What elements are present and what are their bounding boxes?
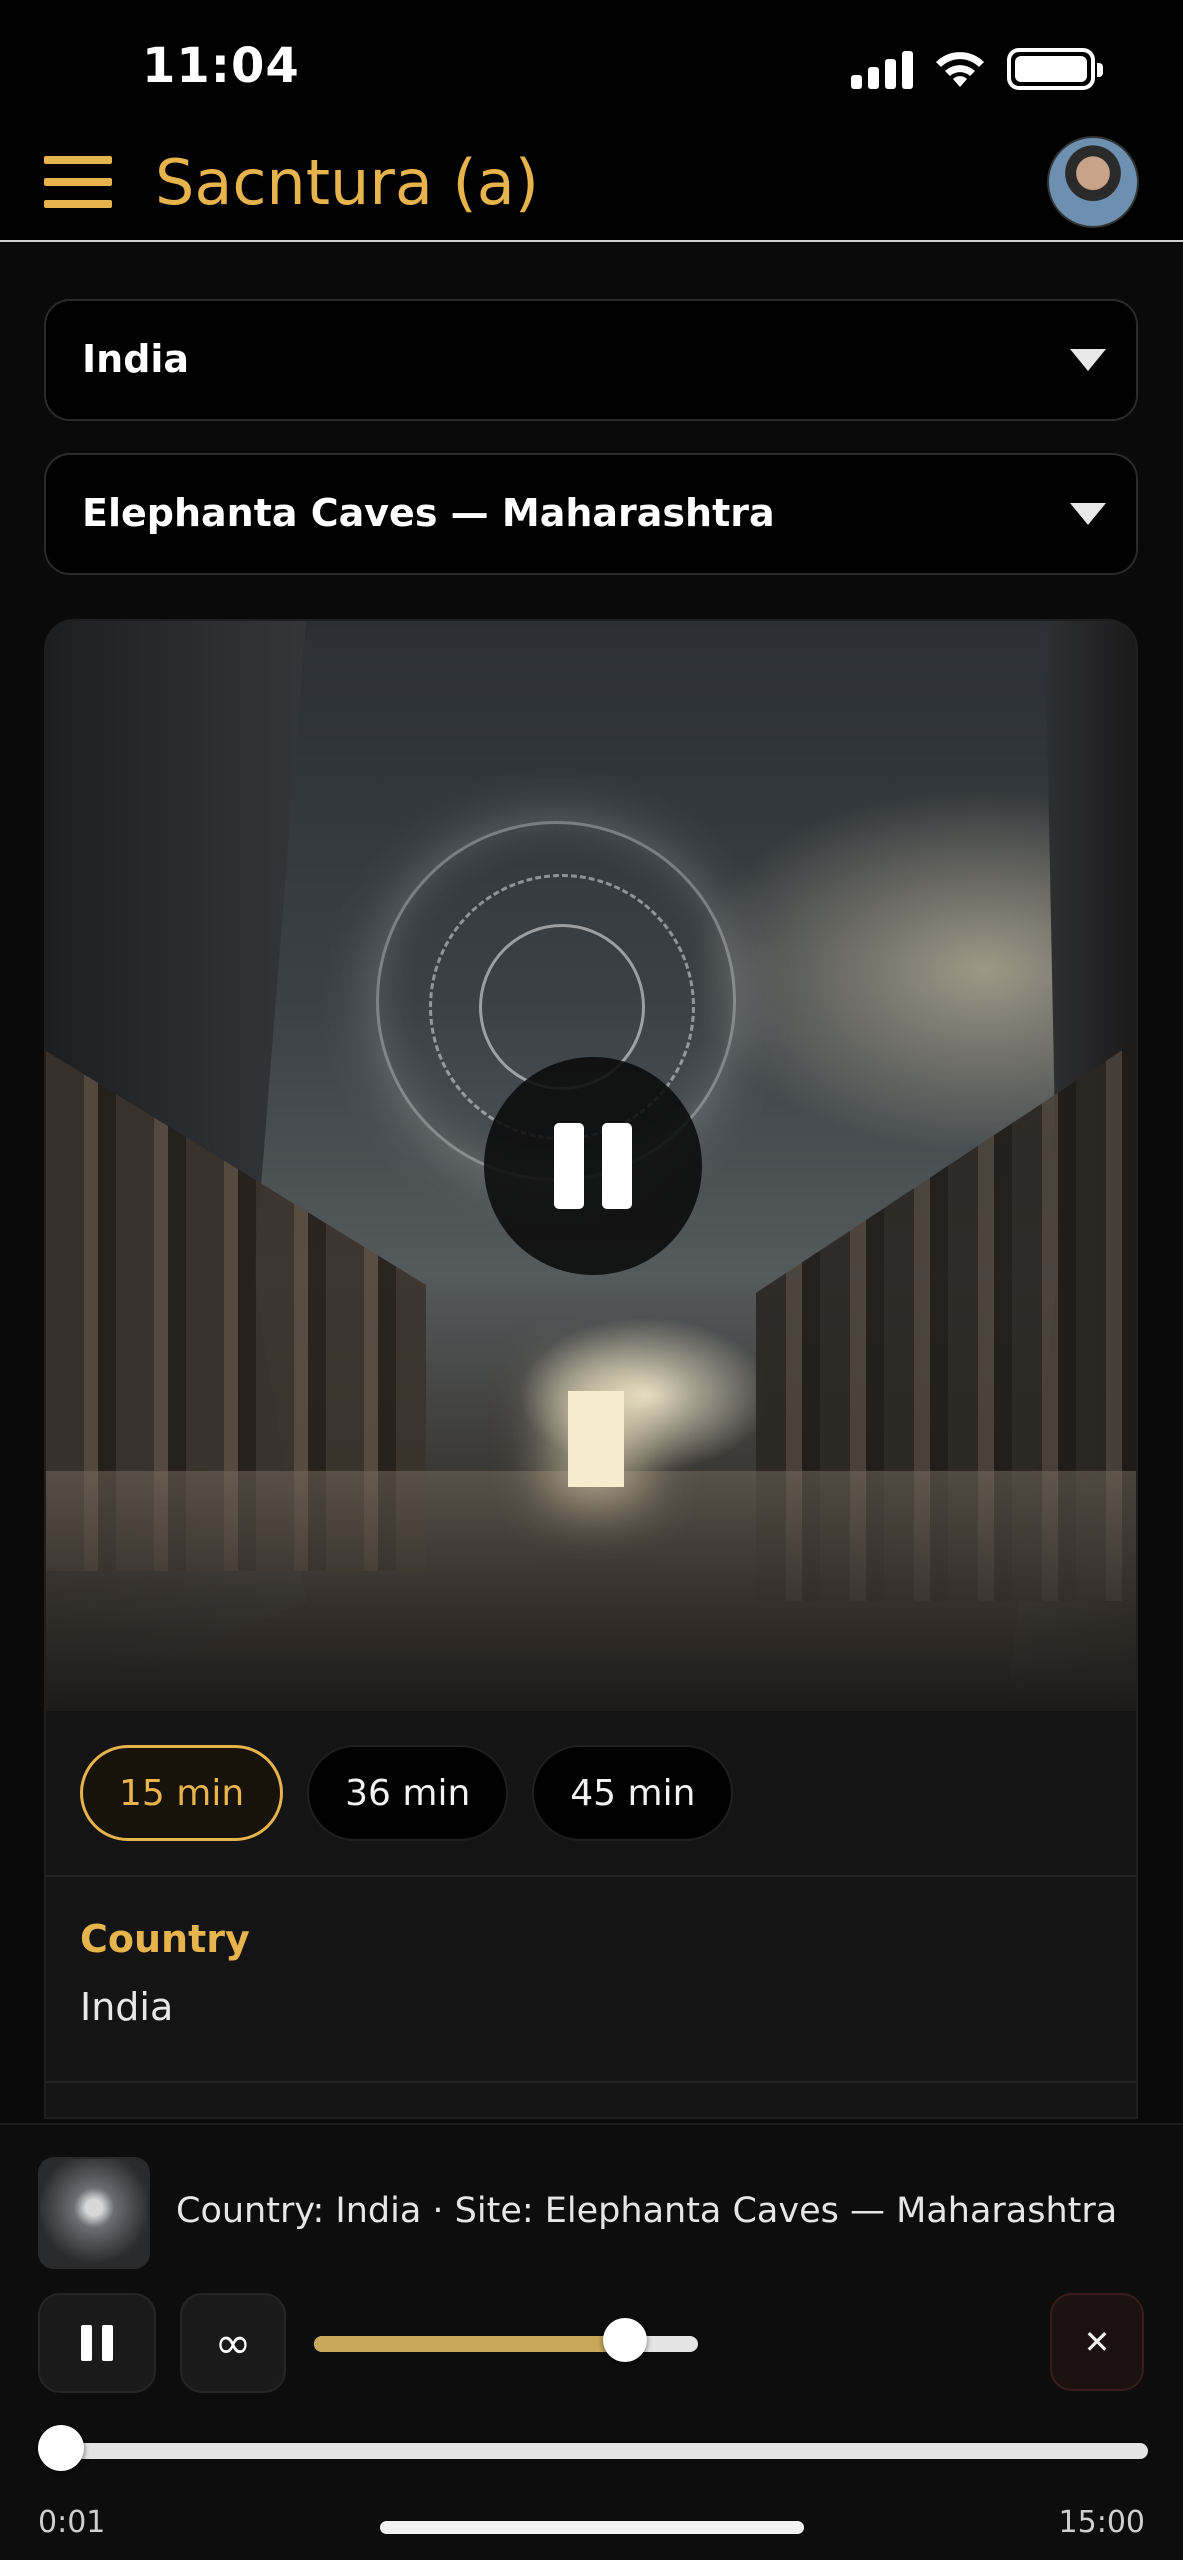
country-info: Country India <box>46 1877 1136 2083</box>
app-title: Sacntura (a) <box>155 146 539 219</box>
status-time: 11:04 <box>142 38 300 94</box>
country-info-label: Country <box>80 1917 250 1961</box>
progress-knob[interactable] <box>38 2425 85 2471</box>
player-pause-button[interactable] <box>38 2293 156 2393</box>
hero-doorway-light <box>568 1391 624 1487</box>
wifi-icon <box>936 52 984 87</box>
pause-icon-bar <box>602 1123 632 1209</box>
playback-progress-bar[interactable] <box>38 2425 1148 2471</box>
chevron-down-icon <box>1070 503 1106 525</box>
battery-icon <box>1007 48 1103 90</box>
country-info-value: India <box>80 1985 174 2029</box>
status-bar: 11:04 <box>0 0 1183 130</box>
duration-selector: 15 min 36 min 45 min <box>46 1711 1136 1877</box>
chevron-down-icon <box>1070 349 1106 371</box>
time-total: 15:00 <box>1058 2505 1145 2540</box>
pause-icon <box>81 2325 92 2361</box>
site-card: 15 min 36 min 45 min Country India <box>44 619 1138 2119</box>
pause-icon-bar <box>102 2325 113 2361</box>
pause-button[interactable] <box>484 1057 702 1275</box>
track-thumbnail[interactable] <box>38 2157 150 2269</box>
duration-chip-36[interactable]: 36 min <box>307 1745 509 1841</box>
loop-button[interactable]: ∞ <box>180 2293 286 2393</box>
volume-slider[interactable] <box>314 2318 698 2362</box>
close-icon: ✕ <box>1083 2323 1111 2361</box>
pause-icon <box>554 1123 584 1209</box>
close-player-button[interactable]: ✕ <box>1050 2293 1144 2391</box>
mini-player: Country: India · Site: Elephanta Caves —… <box>0 2123 1183 2560</box>
site-dropdown[interactable]: Elephanta Caves — Maharashtra <box>44 453 1138 575</box>
site-hero-image <box>46 621 1136 1711</box>
now-playing-text: Country: India · Site: Elephanta Caves —… <box>176 2191 1118 2231</box>
time-elapsed: 0:01 <box>38 2505 106 2540</box>
avatar[interactable] <box>1047 136 1139 228</box>
loop-icon: ∞ <box>214 2317 252 2369</box>
volume-knob[interactable] <box>603 2318 648 2362</box>
duration-chip-45[interactable]: 45 min <box>532 1745 734 1841</box>
hero-floor <box>46 1471 1136 1711</box>
country-dropdown-value: India <box>82 337 190 381</box>
menu-icon[interactable] <box>44 156 112 208</box>
site-dropdown-value: Elephanta Caves — Maharashtra <box>82 491 775 535</box>
signal-icon <box>851 49 913 89</box>
volume-fill <box>314 2336 626 2352</box>
home-indicator <box>380 2521 804 2534</box>
duration-chip-15[interactable]: 15 min <box>80 1745 284 1841</box>
country-dropdown[interactable]: India <box>44 299 1138 421</box>
status-icons <box>851 48 1103 90</box>
app-header: Sacntura (a) <box>0 130 1183 242</box>
